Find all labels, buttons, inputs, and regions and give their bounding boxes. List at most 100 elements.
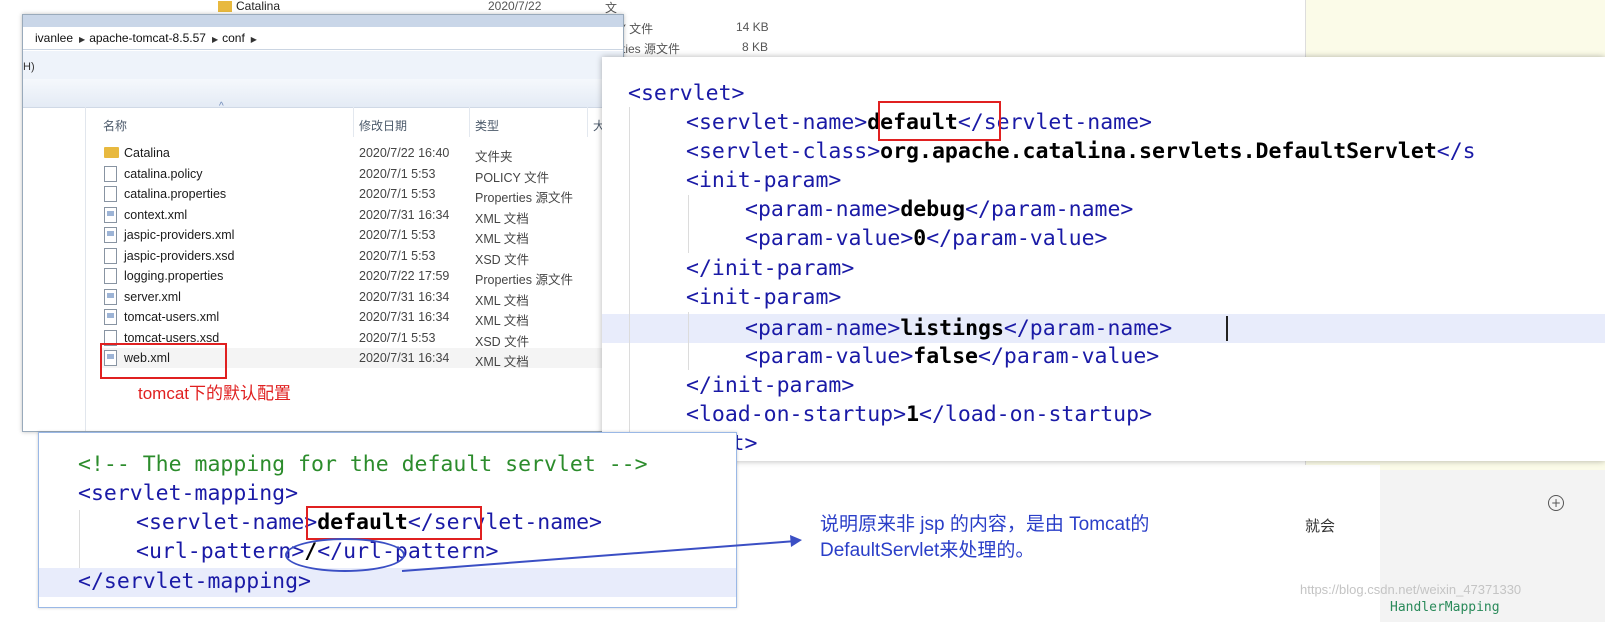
xml-value: listings (900, 316, 1004, 341)
web-xml-highlight-box (100, 343, 227, 379)
code-line: <servlet-mapping> (78, 479, 298, 508)
file-date: 2020/7/1 5:53 (359, 228, 436, 242)
xml-value: false (913, 344, 979, 369)
breadcrumb-item[interactable]: apache-tomcat-8.5.57 (89, 31, 206, 45)
file-name: context.xml (124, 207, 188, 222)
column-header-date[interactable]: 修改日期 (359, 117, 407, 134)
xml-tag: <load-on-startup> (686, 402, 907, 427)
address-bar[interactable]: ivanlee ▶ apache-tomcat-8.5.57 ▶ conf ▶ (23, 27, 623, 50)
indent-guide (629, 107, 630, 461)
xml-file-icon (104, 288, 117, 305)
xml-tag: <param-name> (745, 197, 901, 222)
xml-file-icon (104, 227, 117, 243)
xml-value: org.apache.catalina.servlets.DefaultServ… (880, 139, 1437, 164)
file-name: Catalina (124, 146, 170, 160)
xml-file-icon (104, 206, 117, 223)
code-line: <param-value>0</param-value> (745, 224, 1107, 253)
column-header-name[interactable]: 名称 (103, 117, 127, 134)
xml-value: debug (900, 197, 966, 222)
file-type: XML 文档 (475, 232, 529, 246)
file-date: 2020/7/31 16:34 (359, 207, 450, 222)
indent-guide (79, 510, 80, 568)
url-pattern-highlight-ellipse (285, 538, 405, 572)
annotation-line: DefaultServlet来处理的。 (820, 540, 1035, 561)
xml-tag: </param-value> (978, 344, 1160, 369)
file-type: Properties 源文件 (475, 191, 573, 205)
code-comment: <!-- The mapping for the default servlet… (78, 452, 648, 477)
file-row[interactable]: jaspic-providers.xml 2020/7/1 5:53 XML 文… (101, 225, 621, 246)
code-line: </init-param> (686, 371, 854, 400)
xml-tag: </init-param> (686, 373, 855, 398)
file-row[interactable]: jaspic-providers.xsd 2020/7/1 5:53 XSD 文… (101, 246, 621, 267)
chevron-right-icon[interactable]: ▶ (251, 35, 257, 44)
file-row[interactable]: logging.properties 2020/7/22 17:59 Prope… (101, 266, 621, 287)
menu-item-help[interactable]: H) (23, 61, 35, 73)
file-name: jaspic-providers.xml (124, 228, 235, 242)
file-type: XML 文档 (475, 293, 529, 308)
xml-tag: </s (1436, 139, 1476, 164)
bg-file-name: Catalina (236, 0, 281, 13)
text-caret (1226, 316, 1228, 341)
file-type: XML 文档 (475, 314, 529, 328)
column-separator[interactable] (587, 107, 588, 137)
indent-guide (688, 312, 689, 370)
file-name: tomcat-users.xml (124, 310, 220, 324)
file-explorer-window: ivanlee ▶ apache-tomcat-8.5.57 ▶ conf ▶ H) ^ … (22, 14, 624, 432)
file-name: logging.properties (124, 269, 224, 283)
file-date: 2020/7/31 16:34 (359, 289, 450, 304)
file-date: 2020/7/1 5:53 (359, 330, 436, 345)
breadcrumb-item[interactable]: ivanlee (35, 31, 73, 45)
file-icon (104, 186, 117, 202)
xml-tag: </load-on-startup> (919, 402, 1153, 427)
bg-file-size: 14 KB (736, 20, 769, 34)
bg-file-size: 8 KB (742, 40, 769, 54)
xml-tag: </param-name> (965, 197, 1134, 222)
sort-ascending-icon: ^ (219, 101, 224, 112)
explorer-titlebar (23, 15, 623, 27)
xml-tag: <servlet> (628, 81, 745, 106)
file-row[interactable]: tomcat-users.xml 2020/7/31 16:34 XML 文档 (101, 307, 621, 328)
default-name-highlight-box (878, 101, 1001, 141)
code-panel-servlet-mapping: <!-- The mapping for the default servlet… (38, 432, 737, 608)
file-icon (104, 247, 117, 264)
background-code-fragment: HandlerMapping (1390, 600, 1500, 615)
code-line: <param-name>listings</param-name> (745, 314, 1172, 343)
file-type: XSD 文件 (475, 252, 530, 267)
code-line: <param-value>false</param-value> (745, 342, 1159, 371)
file-row[interactable]: catalina.properties 2020/7/1 5:53 Proper… (101, 184, 621, 205)
file-type: XSD 文件 (475, 334, 530, 349)
xml-value: 1 (906, 402, 920, 427)
navigation-pane-divider[interactable] (85, 107, 86, 431)
column-headers: ^ 名称 修改日期 类型 大 (23, 101, 623, 137)
code-line: <init-param> (686, 166, 841, 195)
file-row[interactable]: context.xml 2020/7/31 16:34 XML 文档 (101, 205, 621, 226)
xml-tag: </servlet-mapping> (78, 569, 311, 594)
column-header-type[interactable]: 类型 (475, 117, 499, 134)
xml-file-icon (104, 309, 117, 325)
chevron-right-icon[interactable]: ▶ (79, 35, 85, 44)
folder-icon (218, 1, 232, 12)
xml-tag: <param-name> (745, 316, 901, 341)
file-name: server.xml (124, 289, 181, 304)
breadcrumb-item[interactable]: conf (222, 31, 245, 45)
file-icon (104, 165, 117, 182)
chevron-right-icon[interactable]: ▶ (212, 35, 218, 44)
file-type: XML 文档 (475, 355, 529, 369)
file-type: Properties 源文件 (475, 273, 573, 287)
indent-guide (688, 195, 689, 253)
column-separator[interactable] (469, 107, 470, 137)
file-type: POLICY 文件 (475, 170, 550, 185)
file-row[interactable]: Catalina 2020/7/22 16:40 文件夹 (101, 143, 621, 164)
file-name: catalina.policy (124, 166, 203, 181)
default-name-highlight-box (306, 506, 482, 540)
xml-tag: <servlet-name> (686, 110, 868, 135)
file-date: 2020/7/31 16:34 (359, 351, 450, 365)
xml-tag: <url-pattern> (136, 539, 305, 564)
file-row[interactable]: server.xml 2020/7/31 16:34 XML 文档 (101, 287, 621, 308)
file-row[interactable]: catalina.policy 2020/7/1 5:53 POLICY 文件 (101, 164, 621, 185)
add-circle-icon[interactable]: + (1548, 495, 1564, 511)
xml-value: 0 (913, 226, 927, 251)
breadcrumb: ivanlee ▶ apache-tomcat-8.5.57 ▶ conf ▶ (29, 31, 261, 45)
column-separator[interactable] (353, 107, 354, 137)
file-date: 2020/7/1 5:53 (359, 187, 436, 201)
